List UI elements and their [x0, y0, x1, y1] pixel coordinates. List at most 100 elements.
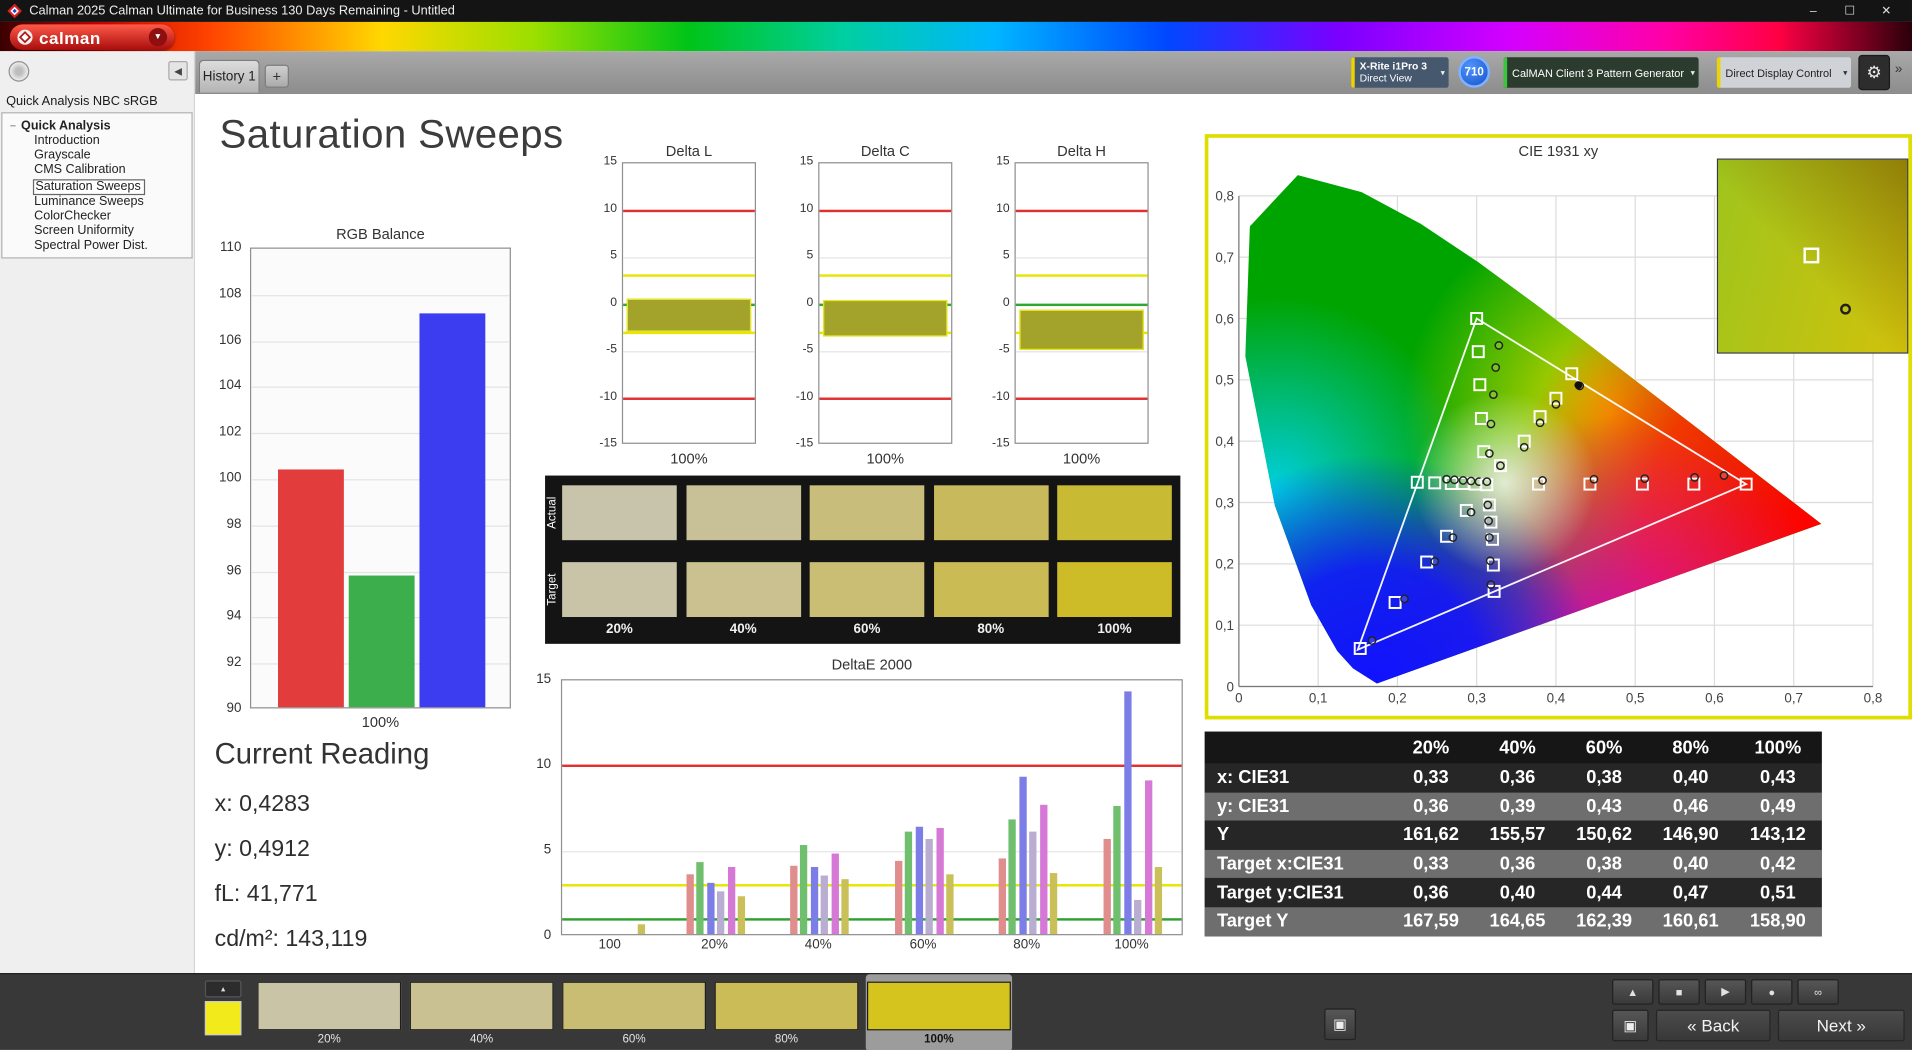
delta-chart-title: Delta C: [860, 142, 910, 160]
tick-label: -10: [795, 389, 814, 404]
tick-label: 5: [610, 248, 618, 263]
meter-status-badge[interactable]: 710: [1458, 56, 1491, 88]
rainbow-gradient-strip: calman ▼: [0, 21, 1912, 52]
sidebar-item-saturation-sweeps[interactable]: Saturation Sweeps: [32, 178, 146, 195]
deltae-bar: [800, 845, 808, 935]
svg-text:0,1: 0,1: [1309, 690, 1328, 705]
pattern-window-button[interactable]: ▣: [1324, 1008, 1356, 1041]
pattern-swatch-100%[interactable]: 100%: [865, 974, 1013, 1050]
row-label: Y: [1216, 824, 1230, 846]
table-cell: 158,90: [1749, 911, 1806, 932]
sidebar-item-introduction[interactable]: Introduction: [2, 134, 191, 149]
table-cell: 164,65: [1489, 911, 1546, 932]
sidebar-item-luminance-sweeps[interactable]: Luminance Sweeps: [2, 195, 191, 210]
tick-label: 15: [536, 671, 552, 687]
ref-line: [562, 764, 1182, 767]
row-label: Target x:CIE31: [1216, 853, 1344, 875]
add-tab-button[interactable]: +: [264, 64, 289, 88]
swatch-column-label: 60%: [853, 621, 881, 637]
pattern-swatch-40%[interactable]: 40%: [408, 974, 554, 1050]
svg-text:0,4: 0,4: [1215, 434, 1234, 449]
tab-toolbar: History 1 + X-Rite i1Pro 3 Direct View ▾…: [195, 51, 1912, 94]
pattern-swatch-label: 80%: [774, 1032, 799, 1047]
deltae-bar: [686, 874, 694, 935]
svg-text:0,3: 0,3: [1215, 495, 1234, 510]
deltae-bar: [1050, 872, 1058, 935]
delta-chart-xlabel: 100%: [866, 449, 904, 468]
next-button[interactable]: Next »: [1777, 1009, 1905, 1042]
meter-dropdown[interactable]: X-Rite i1Pro 3 Direct View ▾: [1351, 57, 1449, 88]
minimize-button[interactable]: –: [1795, 4, 1832, 17]
pattern-swatch-60%[interactable]: 60%: [561, 974, 707, 1050]
close-button[interactable]: ✕: [1868, 4, 1905, 17]
quick-color-eject-button[interactable]: ▴: [204, 980, 242, 998]
deltae-xlabels: 100 20% 40% 60% 80% 100%: [561, 938, 1183, 955]
swatch-actual-20%: [562, 485, 677, 541]
toolbar-overflow-chevron[interactable]: »: [1895, 62, 1902, 77]
sidebar-collapse-button[interactable]: ◀: [168, 60, 188, 81]
display-control-dropdown[interactable]: Direct Display Control ▾: [1716, 57, 1852, 88]
ref-line: [1015, 274, 1148, 278]
tick-label: 10: [536, 757, 552, 772]
pattern-swatch-label: 20%: [317, 1032, 341, 1047]
pattern-generator-dropdown[interactable]: CalMAN Client 3 Pattern Generator ▾: [1503, 57, 1699, 88]
deltae-xtick: 100: [598, 937, 621, 953]
sidebar-item-spectral-power-dist-[interactable]: Spectral Power Dist.: [2, 239, 191, 254]
chevron-down-icon: ▾: [1440, 68, 1445, 78]
main-content: Saturation Sweeps RGB Balance 90 92 94 96 98…: [195, 93, 1912, 974]
quick-color-swatch[interactable]: [204, 1001, 242, 1036]
session-options-button[interactable]: [8, 60, 30, 82]
sidebar-item-grayscale[interactable]: Grayscale: [2, 149, 191, 164]
sidebar-item-cms-calibration[interactable]: CMS Calibration: [2, 164, 191, 179]
tab-history-1[interactable]: History 1: [198, 59, 260, 93]
sidebar-item-screen-uniformity[interactable]: Screen Uniformity: [2, 224, 191, 239]
rgb-balance-plot[interactable]: [249, 247, 511, 709]
table-row: Y 161,62 155,57 150,62 146,90 143,12: [1204, 820, 1822, 850]
calman-menu-button[interactable]: calman ▼: [9, 24, 175, 50]
ref-line: [623, 274, 755, 278]
window-controls: – ☐ ✕: [1795, 4, 1905, 17]
sidebar-item-colorchecker[interactable]: ColorChecker: [2, 209, 191, 224]
grid-line: [623, 257, 755, 259]
current-reading-y: y: 0,4912: [214, 836, 310, 863]
delta_c-plot[interactable]: [818, 162, 953, 444]
cie-panel[interactable]: CIE 1931 xy 0 0,1 0,2 0,3 0,4 0,5 0,6 0,7 0,8 0 0,…: [1204, 134, 1912, 720]
deltae-plot[interactable]: [560, 679, 1183, 936]
ref-line: [1015, 209, 1148, 212]
pattern-swatch-20%[interactable]: 20%: [256, 974, 402, 1050]
grid-line: [1015, 257, 1148, 259]
back-button[interactable]: « Back: [1655, 1009, 1771, 1042]
stop-button[interactable]: ■: [1658, 979, 1700, 1005]
settings-gear-button[interactable]: ⚙: [1858, 54, 1891, 91]
deltae-bar: [1039, 804, 1048, 935]
fullscreen-pattern-button[interactable]: ▣: [1612, 1009, 1649, 1042]
sidebar-item-quick-analysis[interactable]: − Quick Analysis: [2, 117, 191, 134]
svg-text:0,6: 0,6: [1215, 311, 1234, 326]
ref-line: [819, 396, 952, 400]
play-button[interactable]: ▶: [1704, 979, 1747, 1005]
tick-label: 0: [806, 295, 814, 310]
swatch-target-100%: [1057, 562, 1172, 618]
current-reading-cdm2: cd/m²: 143,119: [214, 926, 368, 953]
maximize-button[interactable]: ☐: [1832, 4, 1869, 17]
table-cell: 143,12: [1749, 824, 1806, 846]
swatch-row-label: Target: [546, 573, 560, 606]
loop-button[interactable]: ∞: [1797, 979, 1839, 1005]
deltae-bar: [1155, 867, 1163, 935]
cie-title: CIE 1931 xy: [1518, 142, 1599, 160]
pattern-swatch-80%[interactable]: 80%: [713, 974, 859, 1050]
eject-button[interactable]: ▲: [1612, 979, 1654, 1005]
deltae-bar: [789, 865, 798, 935]
pattern-generator-label: CalMAN Client 3 Pattern Generator: [1512, 66, 1685, 79]
delta_l-plot[interactable]: [621, 162, 757, 444]
tick-label: 102: [219, 424, 242, 440]
svg-text:0,8: 0,8: [1215, 189, 1234, 204]
record-button[interactable]: ●: [1751, 979, 1793, 1005]
deltae-bar: [706, 882, 715, 935]
delta_h-plot[interactable]: [1014, 162, 1149, 444]
svg-text:0,8: 0,8: [1864, 690, 1883, 705]
table-cell: 0,38: [1586, 853, 1622, 875]
delta-chart-title: Delta L: [665, 142, 713, 160]
pattern-swatch-label: 100%: [924, 1032, 954, 1047]
swatch-column-label: 20%: [606, 621, 633, 637]
